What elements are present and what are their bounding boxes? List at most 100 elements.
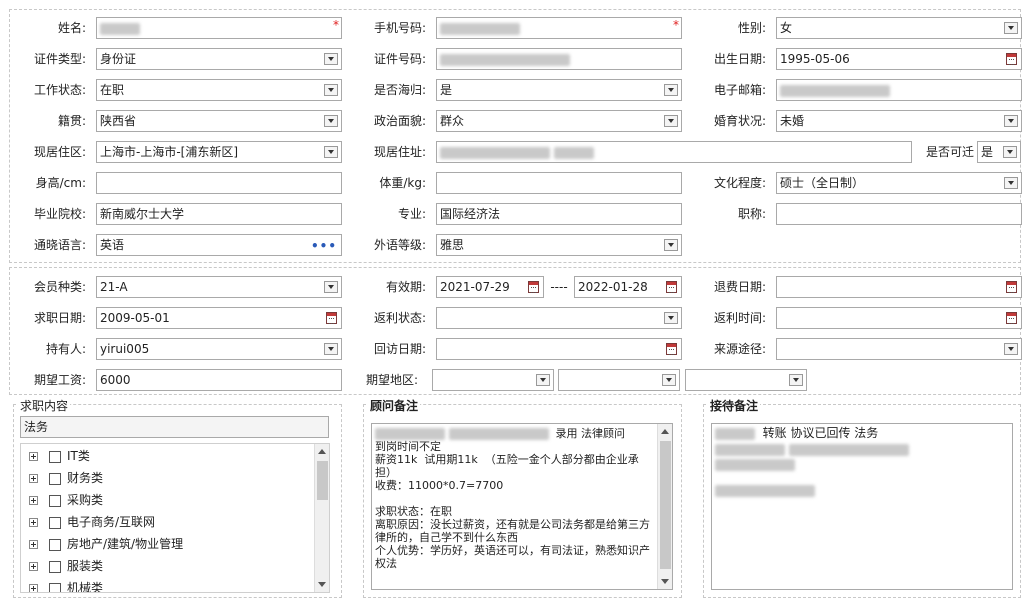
calendar-icon[interactable] bbox=[1006, 312, 1017, 324]
title-input[interactable] bbox=[776, 203, 1022, 225]
revisit-date-input[interactable] bbox=[436, 338, 682, 360]
origin-select[interactable]: 陕西省 bbox=[96, 110, 342, 132]
category-checkbox[interactable] bbox=[49, 560, 61, 573]
category-checkbox[interactable] bbox=[49, 538, 61, 551]
returnee-select[interactable]: 是 bbox=[436, 79, 682, 101]
chevron-down-icon[interactable] bbox=[324, 146, 338, 158]
scroll-thumb[interactable] bbox=[660, 441, 671, 569]
calendar-icon[interactable] bbox=[666, 343, 677, 355]
scroll-up-icon[interactable] bbox=[661, 429, 669, 434]
expand-plus-icon[interactable] bbox=[29, 496, 38, 505]
name-input[interactable]: * bbox=[96, 17, 342, 39]
expand-plus-icon[interactable] bbox=[29, 540, 38, 549]
school-input[interactable]: 新南威尔士大学 bbox=[96, 203, 342, 225]
chevron-down-icon[interactable] bbox=[664, 84, 678, 96]
chevron-down-icon[interactable] bbox=[664, 312, 678, 324]
advisor-note-textarea[interactable]: 录用 法律顾问 到岗时间不定 薪资11k 试用期11k （五险一金个人部分都由企… bbox=[371, 423, 673, 590]
mobile-input[interactable]: * bbox=[436, 17, 682, 39]
chevron-down-icon[interactable] bbox=[789, 374, 803, 386]
height-label: 身高/cm: bbox=[35, 176, 86, 190]
area-district-select[interactable] bbox=[685, 369, 807, 391]
id-number-input[interactable] bbox=[436, 48, 682, 70]
chevron-down-icon[interactable] bbox=[1004, 343, 1018, 355]
gender-select[interactable]: 女 bbox=[776, 17, 1022, 39]
region-select[interactable]: 上海市-上海市-[浦东新区] bbox=[96, 141, 342, 163]
chevron-down-icon[interactable] bbox=[324, 84, 338, 96]
address-input[interactable] bbox=[436, 141, 912, 163]
expand-plus-icon[interactable] bbox=[29, 452, 38, 461]
expand-plus-icon[interactable] bbox=[29, 474, 38, 483]
category-item[interactable]: 机械类 bbox=[29, 578, 103, 592]
major-input[interactable]: 国际经济法 bbox=[436, 203, 682, 225]
advisor-note-first-line: 录用 法律顾问 bbox=[375, 427, 656, 440]
reception-note-textarea[interactable]: 转账 协议已回传 法务 bbox=[711, 423, 1013, 590]
category-item[interactable]: 房地产/建筑/物业管理 bbox=[29, 534, 183, 554]
education-select[interactable]: 硕士（全日制） bbox=[776, 172, 1022, 194]
marital-select[interactable]: 未婚 bbox=[776, 110, 1022, 132]
chevron-down-icon[interactable] bbox=[1003, 146, 1017, 158]
email-input[interactable] bbox=[776, 79, 1022, 101]
height-input[interactable] bbox=[96, 172, 342, 194]
chevron-down-icon[interactable] bbox=[324, 115, 338, 127]
political-select[interactable]: 群众 bbox=[436, 110, 682, 132]
advisor-note-scrollbar[interactable] bbox=[657, 424, 672, 589]
calendar-icon[interactable] bbox=[326, 312, 337, 324]
area-province-select[interactable] bbox=[432, 369, 554, 391]
language-picker[interactable]: 英语 ••• bbox=[96, 234, 342, 256]
work-status-select[interactable]: 在职 bbox=[96, 79, 342, 101]
expand-plus-icon[interactable] bbox=[29, 562, 38, 571]
scroll-up-icon[interactable] bbox=[318, 449, 326, 454]
chevron-down-icon[interactable] bbox=[536, 374, 550, 386]
rebate-status-select[interactable] bbox=[436, 307, 682, 329]
area-label: 期望地区: bbox=[366, 373, 419, 387]
weight-input[interactable] bbox=[436, 172, 682, 194]
scroll-down-icon[interactable] bbox=[318, 582, 326, 587]
calendar-icon[interactable] bbox=[528, 281, 539, 293]
member-type-select[interactable]: 21-A bbox=[96, 276, 342, 298]
category-checkbox[interactable] bbox=[49, 494, 61, 507]
expand-plus-icon[interactable] bbox=[29, 584, 38, 592]
chevron-down-icon[interactable] bbox=[662, 374, 676, 386]
chevron-down-icon[interactable] bbox=[1004, 22, 1018, 34]
source-select[interactable] bbox=[776, 338, 1022, 360]
lang-level-select[interactable]: 雅思 bbox=[436, 234, 682, 256]
refund-date-input[interactable] bbox=[776, 276, 1022, 298]
birth-date-input[interactable]: 1995-05-06 bbox=[776, 48, 1022, 70]
category-item[interactable]: 财务类 bbox=[29, 468, 103, 488]
more-icon[interactable]: ••• bbox=[311, 236, 337, 255]
job-content-search[interactable]: 法务 bbox=[20, 416, 329, 438]
chevron-down-icon[interactable] bbox=[664, 115, 678, 127]
category-item[interactable]: IT类 bbox=[29, 446, 90, 466]
job-date-input[interactable]: 2009-05-01 bbox=[96, 307, 342, 329]
id-type-select[interactable]: 身份证 bbox=[96, 48, 342, 70]
salary-input[interactable]: 6000 bbox=[96, 369, 342, 391]
calendar-icon[interactable] bbox=[1006, 281, 1017, 293]
migrate-select[interactable]: 是 bbox=[977, 141, 1021, 163]
scroll-thumb[interactable] bbox=[317, 461, 328, 500]
chevron-down-icon[interactable] bbox=[324, 53, 338, 65]
category-item[interactable]: 电子商务/互联网 bbox=[29, 512, 155, 532]
calendar-icon[interactable] bbox=[666, 281, 677, 293]
category-item[interactable]: 采购类 bbox=[29, 490, 103, 510]
chevron-down-icon[interactable] bbox=[324, 343, 338, 355]
valid-from-input[interactable]: 2021-07-29 bbox=[436, 276, 544, 298]
scroll-down-icon[interactable] bbox=[661, 579, 669, 584]
chevron-down-icon[interactable] bbox=[1004, 115, 1018, 127]
chevron-down-icon[interactable] bbox=[664, 239, 678, 251]
category-checkbox[interactable] bbox=[49, 472, 61, 485]
rebate-time-input[interactable] bbox=[776, 307, 1022, 329]
chevron-down-icon[interactable] bbox=[1004, 177, 1018, 189]
category-checkbox[interactable] bbox=[49, 516, 61, 529]
lang-level-value: 雅思 bbox=[440, 238, 465, 252]
category-checkbox[interactable] bbox=[49, 582, 61, 592]
tree-scrollbar[interactable] bbox=[314, 444, 329, 592]
category-item[interactable]: 服装类 bbox=[29, 556, 103, 576]
valid-to-input[interactable]: 2022-01-28 bbox=[574, 276, 682, 298]
area-city-select[interactable] bbox=[558, 369, 680, 391]
holder-select[interactable]: yirui005 bbox=[96, 338, 342, 360]
chevron-down-icon[interactable] bbox=[324, 281, 338, 293]
language-value: 英语 bbox=[100, 238, 125, 252]
calendar-icon[interactable] bbox=[1006, 53, 1017, 65]
category-checkbox[interactable] bbox=[49, 450, 61, 463]
expand-plus-icon[interactable] bbox=[29, 518, 38, 527]
